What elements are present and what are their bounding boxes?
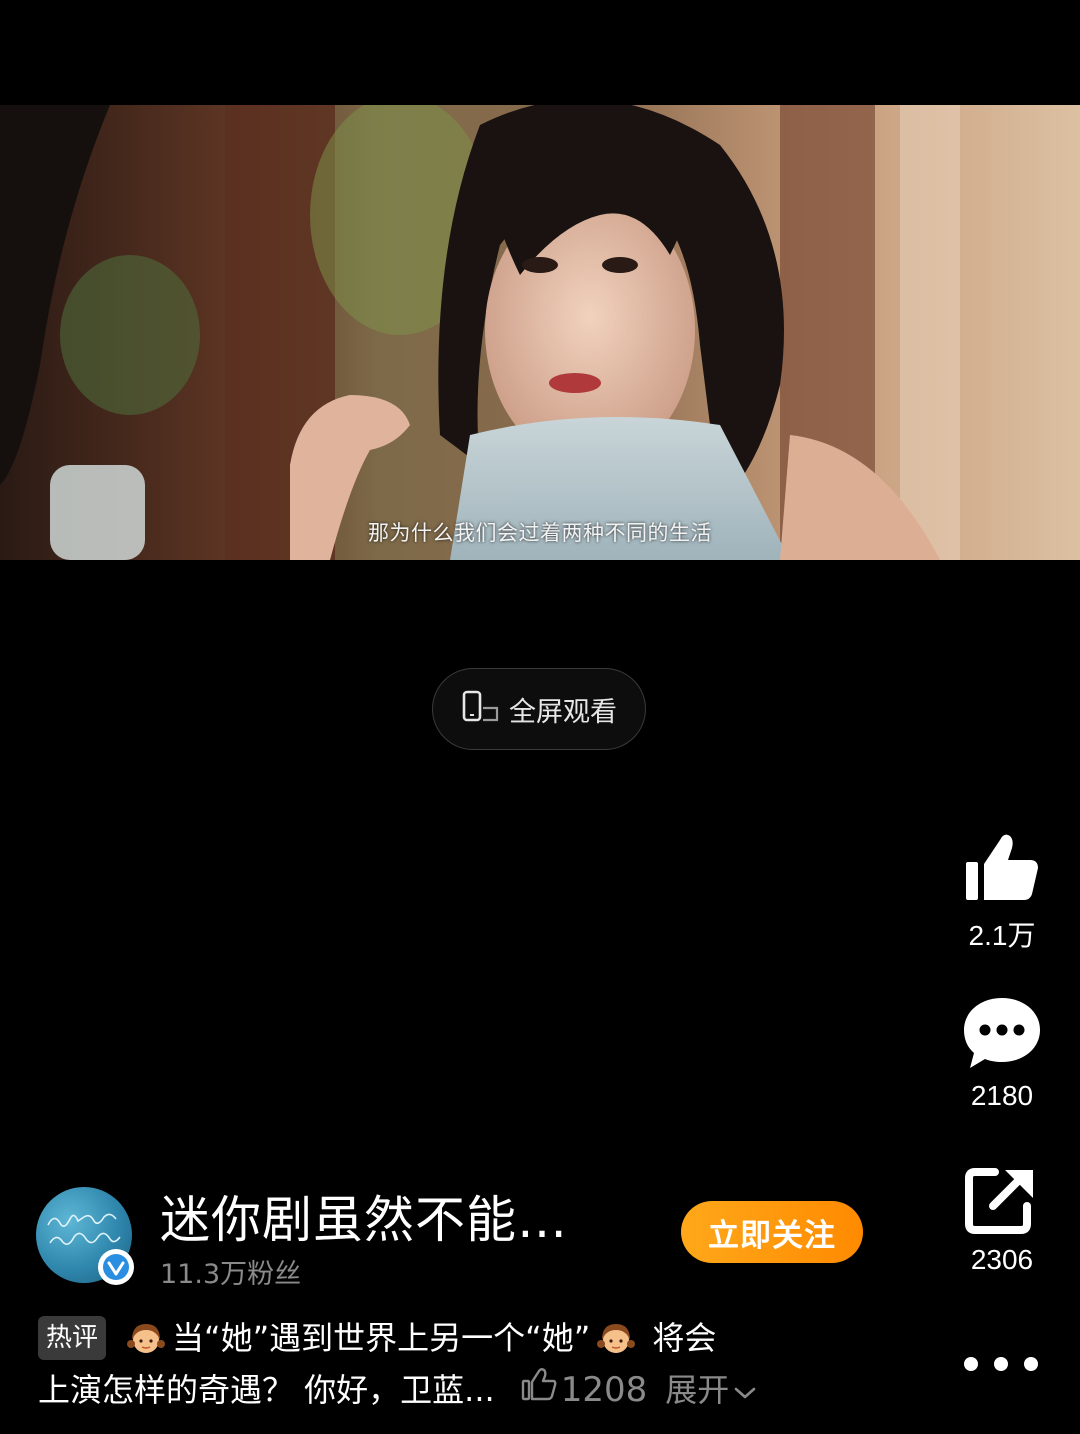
more-dots-icon[interactable]	[964, 1340, 1038, 1388]
expand-label: 展开	[665, 1371, 730, 1409]
rotate-phone-icon	[461, 689, 501, 729]
hot-comment[interactable]: 热评 当“她”遇到世界上另一个“她” 将会 上演怎样的奇遇？ 你好，卫蓝... …	[38, 1312, 878, 1416]
girl-emoji-icon	[596, 1318, 636, 1358]
expand-button[interactable]: 展开	[665, 1364, 757, 1416]
comment-like-button[interactable]: 1208	[521, 1364, 648, 1416]
share-button[interactable]: 2306	[952, 1166, 1052, 1276]
verified-badge-icon	[98, 1249, 134, 1285]
comment-button[interactable]: 2180	[952, 996, 1052, 1112]
author-name[interactable]: 迷你剧虽然不能…	[160, 1180, 568, 1252]
follower-count: 11.3万粉丝	[160, 1259, 302, 1290]
avatar[interactable]	[36, 1187, 134, 1285]
share-icon	[965, 1168, 1039, 1238]
like-count: 2.1万	[968, 920, 1036, 951]
video-subtitle: 那为什么我们会过着两种不同的生活	[368, 521, 712, 545]
like-button[interactable]: 2.1万	[952, 832, 1052, 954]
fullscreen-button[interactable]: 全屏观看	[432, 668, 646, 750]
hot-comment-line-1: 热评 当“她”遇到世界上另一个“她” 将会	[38, 1312, 878, 1364]
hot-comment-text-1b: 将会	[652, 1319, 717, 1357]
girl-emoji-icon	[126, 1318, 166, 1358]
fullscreen-label: 全屏观看	[509, 696, 617, 728]
follow-button[interactable]: 立即关注	[681, 1201, 863, 1263]
comment-count: 2180	[970, 1080, 1034, 1111]
share-count: 2306	[970, 1244, 1034, 1275]
chevron-down-icon	[733, 1364, 757, 1416]
hot-comment-tag: 热评	[38, 1316, 107, 1360]
hot-comment-line-2: 上演怎样的奇遇？ 你好，卫蓝... 1208 展开	[38, 1364, 878, 1416]
hot-comment-text-2: 上演怎样的奇遇？ 你好，卫蓝...	[38, 1371, 495, 1409]
hot-comment-text-1a: 当“她”遇到世界上另一个“她”	[172, 1319, 591, 1357]
video-frame-image	[0, 105, 1080, 560]
thumbs-up-icon	[964, 834, 1040, 908]
video-player[interactable]: 那为什么我们会过着两种不同的生活	[0, 105, 1080, 560]
comment-like-count: 1208	[560, 1370, 648, 1410]
thumbs-up-outline-icon	[521, 1364, 557, 1416]
comment-bubble-icon	[962, 998, 1042, 1074]
